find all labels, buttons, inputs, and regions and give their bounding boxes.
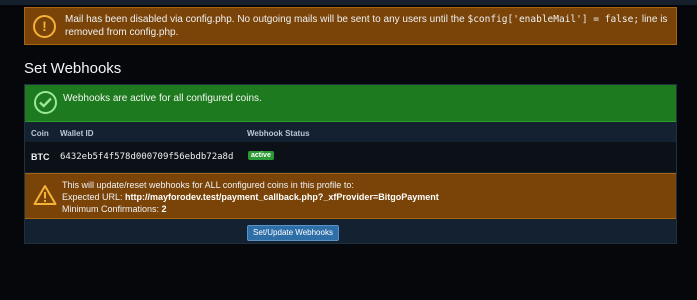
warning-triangle-icon xyxy=(33,185,57,205)
column-header-coin: Coin xyxy=(31,129,49,138)
mail-alert-code: $config['enableMail'] = false; xyxy=(467,14,640,25)
column-header-wallet-id: Wallet ID xyxy=(60,129,94,138)
expected-url-label: Expected URL: xyxy=(62,192,123,202)
mail-alert-text: Mail has been disabled via config.php. N… xyxy=(65,13,676,39)
webhooks-active-text: Webhooks are active for all configured c… xyxy=(63,93,262,104)
section-title: Set Webhooks xyxy=(24,60,122,77)
set-update-webhooks-button[interactable]: Set/Update Webhooks xyxy=(247,225,339,241)
table-header: Coin Wallet ID Webhook Status xyxy=(25,125,676,141)
update-warning-text: This will update/reset webhooks for ALL … xyxy=(62,179,439,215)
coin-cell: BTC xyxy=(31,152,50,162)
update-warning-alert: This will update/reset webhooks for ALL … xyxy=(25,173,676,219)
expected-url-value: http://mayforodev.test/payment_callback.… xyxy=(125,192,439,202)
wallet-id-cell: 6432eb5f4f578d000709f56ebdb72a8d xyxy=(60,152,234,162)
warning-line-1: This will update/reset webhooks for ALL … xyxy=(62,180,354,190)
warning-line-confirmations: Minimum Confirmations: 2 xyxy=(62,203,439,215)
check-circle-icon xyxy=(34,91,57,114)
webhooks-active-alert: Webhooks are active for all configured c… xyxy=(25,85,676,122)
mail-alert-text-before: Mail has been disabled via config.php. N… xyxy=(65,14,465,25)
table-row: BTC 6432eb5f4f578d000709f56ebdb72a8d act… xyxy=(25,142,676,172)
warning-circle-icon: ! xyxy=(33,14,56,38)
mail-disabled-alert: ! Mail has been disabled via config.php.… xyxy=(24,7,677,45)
warning-line-url: Expected URL: http://mayforodev.test/pay… xyxy=(62,191,439,203)
status-badge: active xyxy=(248,151,274,160)
min-confirmations-label: Minimum Confirmations: xyxy=(62,204,160,214)
page: ! Mail has been disabled via config.php.… xyxy=(0,0,697,300)
column-header-webhook-status: Webhook Status xyxy=(247,129,310,138)
min-confirmations-value: 2 xyxy=(161,204,167,214)
webhooks-panel: Webhooks are active for all configured c… xyxy=(24,84,677,244)
